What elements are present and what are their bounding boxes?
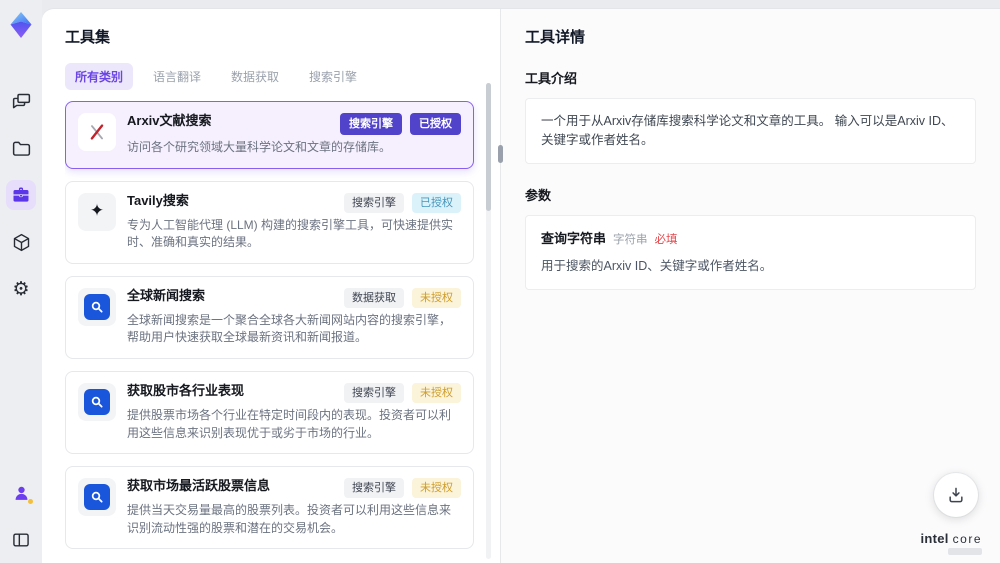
category-badge: 搜索引擎 [340,113,402,136]
category-badge: 搜索引擎 [344,192,404,213]
tool-name: 全球新闻搜索 [127,287,206,303]
arxiv-logo-icon [78,113,116,151]
tavily-star-icon: ✦ [78,192,116,231]
tool-name: 获取股市各行业表现 [127,382,245,398]
intel-wordmark: intel [920,530,949,546]
tool-list-panel: 工具集 所有类别 语言翻译 数据获取 搜索引擎 Arxiv文献搜索 搜索引擎 已… [42,9,500,563]
content-surface: 工具集 所有类别 语言翻译 数据获取 搜索引擎 Arxiv文献搜索 搜索引擎 已… [42,8,1000,563]
auth-status-badge: 未授权 [412,287,461,309]
blue-search-logo-icon [78,287,116,326]
param-description: 用于搜索的Arxiv ID、关键字或作者姓名。 [541,258,773,273]
tab-language-translation[interactable]: 语言翻译 [143,63,211,90]
tool-card-arxiv[interactable]: Arxiv文献搜索 搜索引擎 已授权 访问各个研究领域大量科学论文和文章的存储库… [65,101,474,169]
tool-description: 提供股票市场各个行业在特定时间段内的表现。投资者可以利用这些信息来识别表现优于或… [127,408,452,440]
category-badge: 数据获取 [344,287,404,309]
param-type: 字符串 [613,233,648,246]
intro-heading: 工具介绍 [525,71,578,86]
nav-folder-icon[interactable] [6,133,36,163]
nav-settings-icon[interactable]: ⚙ [6,274,36,304]
tab-all-categories[interactable]: 所有类别 [65,63,134,90]
intel-core-logo: intel core [920,530,982,555]
panel-resize-handle[interactable] [498,145,503,163]
panel-toggle-icon[interactable] [6,525,36,555]
nav-chat-icon[interactable] [6,86,36,116]
download-button[interactable] [934,473,978,517]
category-tabs: 所有类别 语言翻译 数据获取 搜索引擎 [65,63,480,90]
auth-status-badge: 未授权 [412,382,461,404]
auth-status-badge: 未授权 [412,477,461,499]
intel-ultra-badge [948,548,982,555]
param-name: 查询字符串 [541,230,607,246]
app-window: ⚙ 工具集 所有类别 语言翻译 数据获取 搜索引擎 Arxiv文献搜索 搜索引擎… [0,0,1000,563]
tool-card-list: Arxiv文献搜索 搜索引擎 已授权 访问各个研究领域大量科学论文和文章的存储库… [65,101,480,553]
list-scrollbar-thumb[interactable] [486,83,491,211]
notification-dot [28,499,33,504]
tab-search-engine[interactable]: 搜索引擎 [299,63,367,90]
tool-card-sector-performance[interactable]: 获取股市各行业表现 搜索引擎 未授权 提供股票市场各个行业在特定时间段内的表现。… [65,370,474,454]
tool-card-tavily[interactable]: ✦ Tavily搜索 搜索引擎 已授权 专为人工智能代理 (LLM) 构建的搜索… [65,180,474,264]
core-wordmark: core [952,531,982,546]
tool-card-global-news[interactable]: 全球新闻搜索 数据获取 未授权 全球新闻搜索是一个聚合全球各大新闻网站内容的搜索… [65,275,474,359]
param-required-badge: 必填 [654,233,678,246]
details-title: 工具详情 [525,29,586,46]
tool-name: Tavily搜索 [127,192,189,208]
tool-details-panel: 工具详情 工具介绍 一个用于从Arxiv存储库搜索科学论文和文章的工具。 输入可… [498,9,1000,563]
tool-card-most-active-stocks[interactable]: 获取市场最活跃股票信息 搜索引擎 未授权 提供当天交易量最高的股票列表。投资者可… [65,465,474,549]
tool-name: 获取市场最活跃股票信息 [127,477,271,493]
left-rail: ⚙ [0,0,42,563]
tool-description: 全球新闻搜索是一个聚合全球各大新闻网站内容的搜索引擎，帮助用户快速获取全球最新资… [127,313,452,345]
params-heading: 参数 [525,187,552,203]
blue-search-logo-icon [78,382,116,421]
tool-description: 专为人工智能代理 (LLM) 构建的搜索引擎工具，可快速提供实时、准确和真实的结… [127,217,454,250]
category-badge: 搜索引擎 [344,382,404,404]
tab-data-retrieval[interactable]: 数据获取 [221,63,289,90]
auth-status-badge: 已授权 [410,113,461,136]
param-box: 查询字符串 字符串 必填 用于搜索的Arxiv ID、关键字或作者姓名。 [525,214,976,290]
user-avatar-icon[interactable] [6,478,36,508]
nav-toolbox-icon[interactable] [6,180,36,210]
app-logo-icon [7,10,35,40]
nav-package-icon[interactable] [6,227,36,257]
tool-name: Arxiv文献搜索 [127,113,212,128]
tool-description: 访问各个研究领域大量科学论文和文章的存储库。 [127,140,392,155]
auth-status-badge: 已授权 [412,192,461,213]
intro-box: 一个用于从Arxiv存储库搜索科学论文和文章的工具。 输入可以是Arxiv ID… [525,98,976,164]
tool-description: 提供当天交易量最高的股票列表。投资者可以利用这些信息来识别流动性强的股票和潜在的… [127,503,452,535]
blue-search-logo-icon [78,477,116,516]
page-title: 工具集 [65,29,111,46]
intro-text: 一个用于从Arxiv存储库搜索科学论文和文章的工具。 输入可以是Arxiv ID… [541,114,954,147]
category-badge: 搜索引擎 [344,477,404,499]
content-shell: 工具集 所有类别 语言翻译 数据获取 搜索引擎 Arxiv文献搜索 搜索引擎 已… [42,0,1000,563]
